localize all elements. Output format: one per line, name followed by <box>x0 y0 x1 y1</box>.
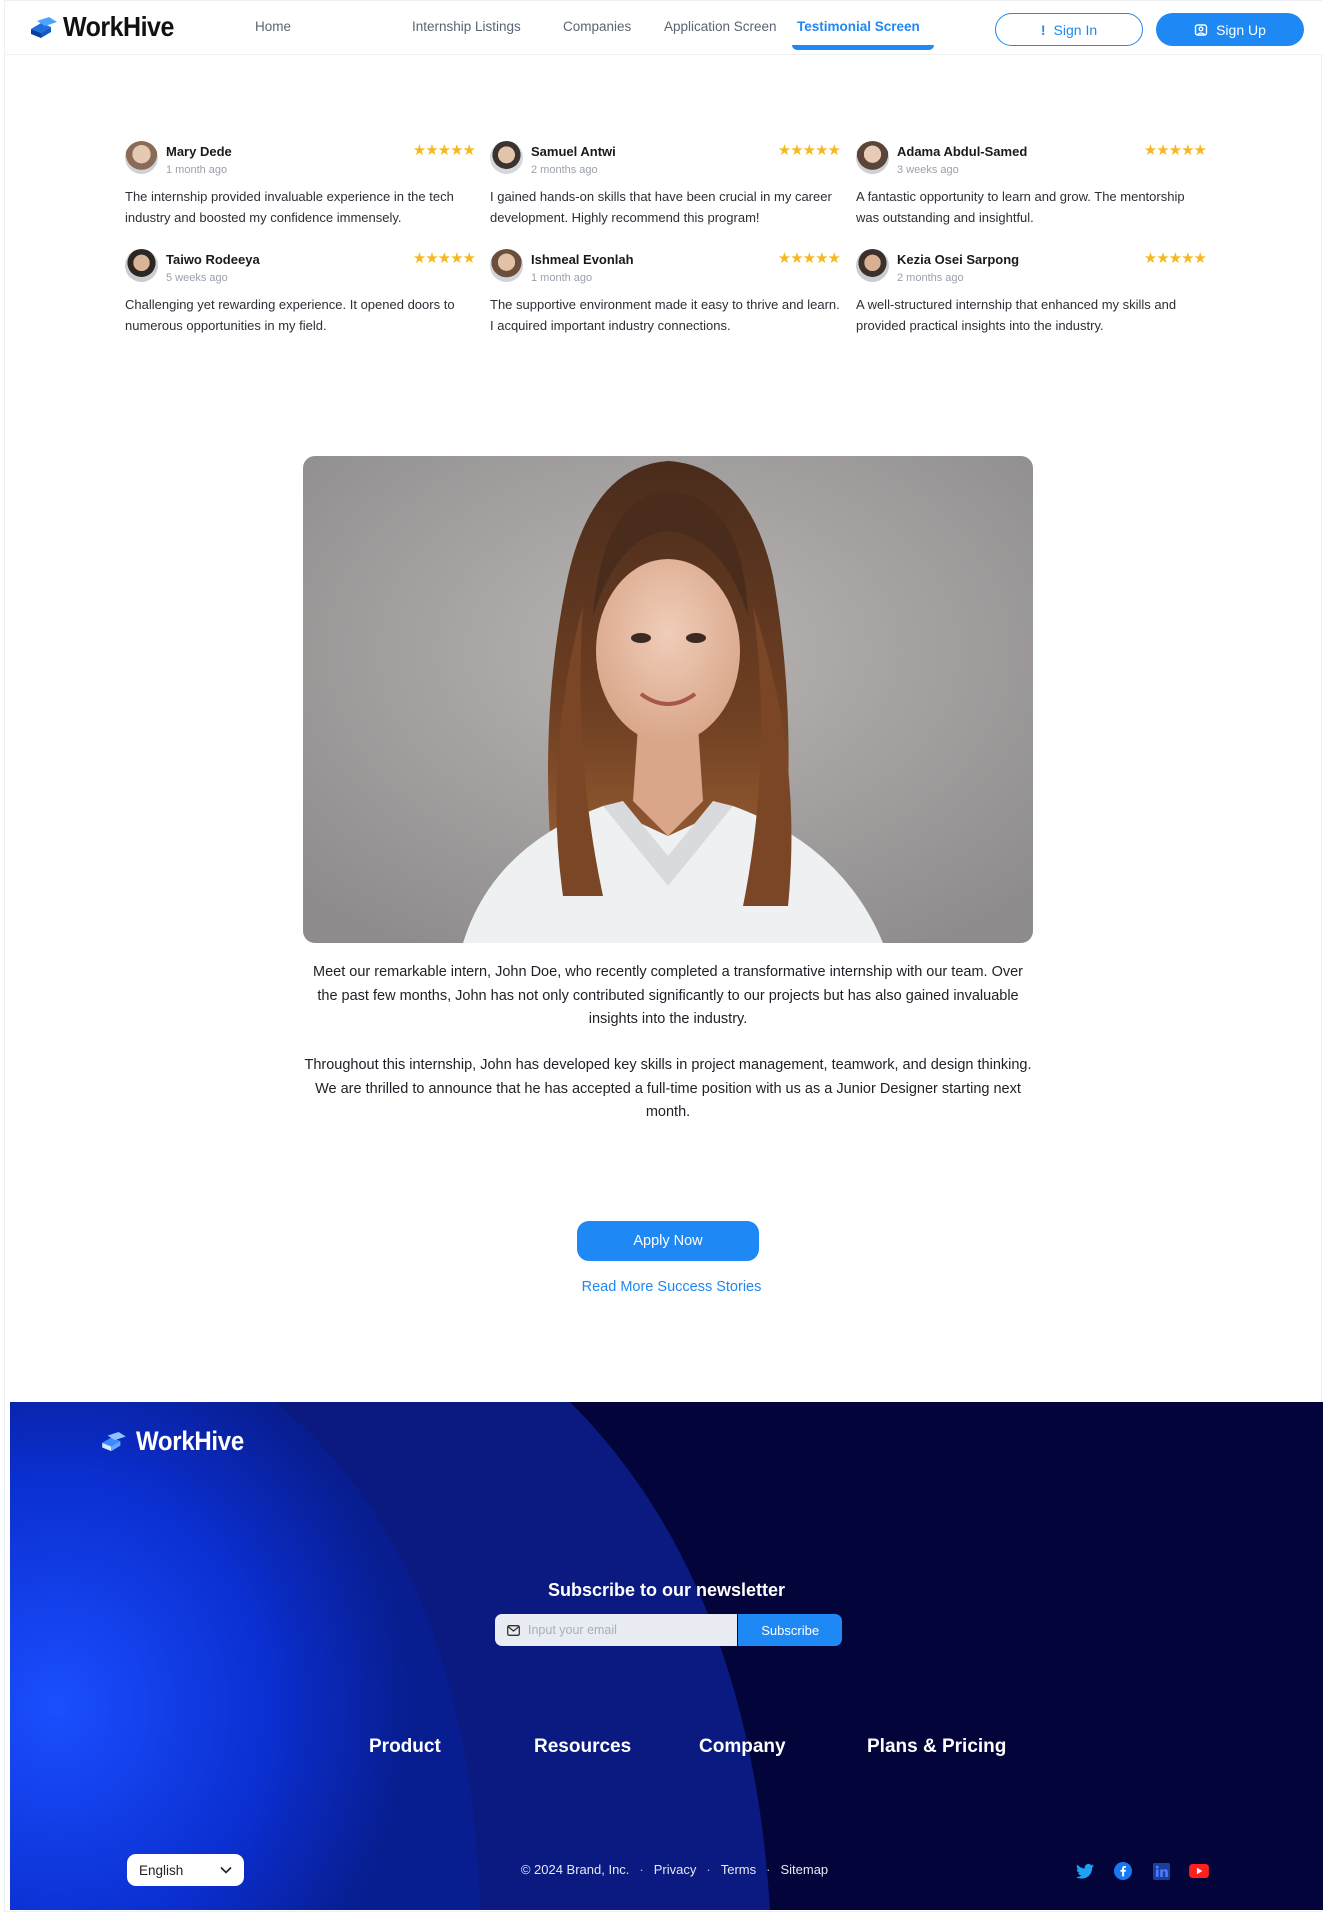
sign-in-label: Sign In <box>1053 21 1098 38</box>
page-frame: WorkHive Home Internship Listings Compan… <box>4 0 1323 1912</box>
rating-stars-icon: ★★★★★ <box>777 142 841 159</box>
apply-now-button[interactable]: Apply Now <box>577 1221 759 1261</box>
separator-dot: · <box>706 1862 711 1877</box>
brand-logo[interactable]: WorkHive <box>29 11 174 43</box>
privacy-link[interactable]: Privacy <box>654 1862 697 1877</box>
facebook-icon[interactable] <box>1113 1861 1133 1881</box>
review-text: I gained hands-on skills that have been … <box>490 189 832 225</box>
exclamation-icon: ! <box>1040 21 1046 38</box>
rating-stars-icon: ★★★★★ <box>412 250 476 267</box>
story-paragraph-2: Throughout this internship, John has dev… <box>304 1057 1032 1120</box>
footer-link-resources[interactable]: Resources <box>534 1736 631 1758</box>
avatar <box>125 141 158 174</box>
sitemap-link[interactable]: Sitemap <box>780 1862 828 1877</box>
mail-icon <box>507 1624 520 1636</box>
footer-link-product[interactable]: Product <box>369 1736 441 1758</box>
footer-brand-name: WorkHive <box>136 1426 244 1457</box>
sign-up-button[interactable]: Sign Up <box>1156 13 1304 46</box>
nav-link-testimonial-screen[interactable]: Testimonial Screen <box>797 19 920 34</box>
top-navbar: WorkHive Home Internship Listings Compan… <box>5 1 1323 55</box>
reviewer-name: Taiwo Rodeeya <box>166 252 260 267</box>
review-text: Challenging yet rewarding experience. It… <box>125 297 455 333</box>
review-time: 1 month ago <box>166 164 228 176</box>
review-text: The supportive environment made it easy … <box>490 297 840 333</box>
featured-intern-photo <box>303 456 1033 943</box>
review-time: 2 months ago <box>531 164 598 176</box>
reviewer-name: Mary Dede <box>166 144 232 159</box>
separator-dot: · <box>766 1862 771 1877</box>
terms-link[interactable]: Terms <box>721 1862 756 1877</box>
youtube-icon[interactable] <box>1189 1861 1209 1881</box>
footer-link-plans-pricing[interactable]: Plans & Pricing <box>867 1736 1006 1758</box>
portrait-image <box>303 456 1033 943</box>
workhive-logo-icon <box>31 16 57 38</box>
brand-name: WorkHive <box>63 11 174 43</box>
user-plus-icon <box>1194 23 1208 36</box>
nav-link-application-screen[interactable]: Application Screen <box>664 19 777 34</box>
reviewer-name: Kezia Osei Sarpong <box>897 252 1020 267</box>
social-links <box>1075 1861 1209 1881</box>
email-placeholder: Input your email <box>528 1623 617 1637</box>
newsletter-title: Subscribe to our newsletter <box>547 1580 786 1600</box>
newsletter-email-input[interactable]: Input your email <box>495 1614 738 1646</box>
site-footer: WorkHive Subscribe to our newsletter Inp… <box>10 1402 1323 1910</box>
nav-link-companies[interactable]: Companies <box>563 19 631 34</box>
separator-dot: · <box>639 1862 644 1877</box>
reviewer-name: Samuel Antwi <box>531 144 616 159</box>
rating-stars-icon: ★★★★★ <box>412 142 476 159</box>
twitter-icon[interactable] <box>1075 1861 1095 1881</box>
review-time: 3 weeks ago <box>897 164 959 176</box>
copyright-text: © 2024 Brand, Inc. <box>520 1862 630 1877</box>
rating-stars-icon: ★★★★★ <box>1143 142 1207 159</box>
read-more-stories-link[interactable]: Read More Success Stories <box>525 1279 818 1295</box>
rating-stars-icon: ★★★★★ <box>777 250 841 267</box>
footer-link-company[interactable]: Company <box>699 1736 786 1758</box>
nav-link-internship-listings[interactable]: Internship Listings <box>412 19 521 34</box>
review-text: A well-structured internship that enhanc… <box>856 297 1177 333</box>
footer-brand-logo[interactable]: WorkHive <box>100 1426 244 1457</box>
review-text: A fantastic opportunity to learn and gro… <box>856 189 1185 225</box>
active-tab-indicator <box>792 45 934 50</box>
nav-link-home[interactable]: Home <box>255 19 291 34</box>
review-time: 5 weeks ago <box>166 272 228 284</box>
subscribe-button[interactable]: Subscribe <box>738 1614 842 1646</box>
avatar <box>856 141 889 174</box>
review-time: 1 month ago <box>531 272 593 284</box>
sign-in-button[interactable]: ! Sign In <box>995 13 1143 46</box>
avatar <box>490 141 523 174</box>
avatar <box>856 249 889 282</box>
rating-stars-icon: ★★★★★ <box>1143 250 1207 267</box>
sign-up-label: Sign Up <box>1216 21 1266 38</box>
footer-background-shape <box>10 1402 770 1910</box>
reviewer-name: Ishmeal Evonlah <box>531 252 634 267</box>
avatar <box>490 249 523 282</box>
story-paragraph-1: Meet our remarkable intern, John Doe, wh… <box>312 964 1024 1027</box>
avatar <box>125 249 158 282</box>
reviewer-name: Adama Abdul-Samed <box>897 144 1028 159</box>
newsletter-form: Input your email Subscribe <box>495 1614 842 1646</box>
linkedin-icon[interactable] <box>1151 1861 1171 1881</box>
review-text: The internship provided invaluable exper… <box>125 189 454 225</box>
workhive-logo-icon <box>102 1432 126 1452</box>
review-time: 2 months ago <box>897 272 964 284</box>
